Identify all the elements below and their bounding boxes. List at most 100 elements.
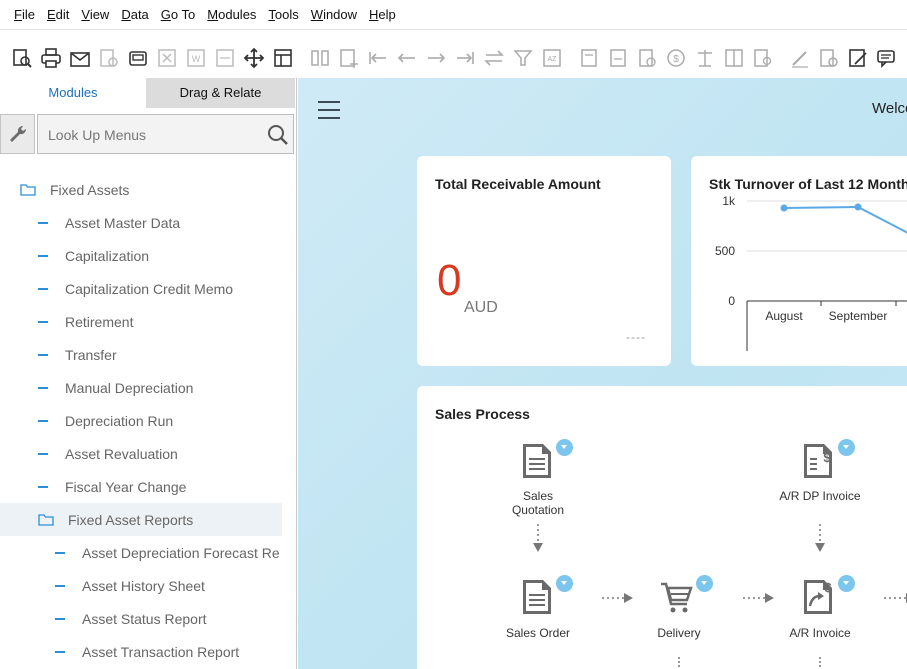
- tree-item[interactable]: Fiscal Year Change: [0, 470, 296, 503]
- x-tick-label: September: [829, 309, 888, 323]
- sales-quotation-dropdown[interactable]: [556, 439, 573, 456]
- base-document-icon[interactable]: [575, 44, 603, 72]
- ar-dp-invoice-label[interactable]: A/R DP Invoice: [777, 489, 863, 503]
- menu-go-to[interactable]: Go To: [155, 7, 201, 22]
- tree-bullet: [38, 419, 48, 422]
- menu-search-input[interactable]: [48, 125, 258, 145]
- previous-record-icon[interactable]: [393, 44, 421, 72]
- tree-folder[interactable]: Fixed Asset Reports: [0, 503, 282, 536]
- tree-item[interactable]: Asset Depreciation Forecast Re: [0, 536, 296, 569]
- receivable-widget[interactable]: Total Receivable Amount 0 AUD ----: [417, 156, 671, 366]
- search-icon[interactable]: [266, 123, 290, 147]
- module-tree: Fixed Assets Asset Master Data Capitalizat…: [0, 173, 296, 668]
- target-document-icon[interactable]: [604, 44, 632, 72]
- form-settings-icon[interactable]: [269, 44, 297, 72]
- sales-order-dropdown[interactable]: [556, 575, 573, 592]
- hamburger-menu-icon[interactable]: [318, 101, 340, 119]
- turnover-widget[interactable]: Stk Turnover of Last 12 Month 1k 500 0 Augu…: [691, 156, 907, 366]
- delivery-label[interactable]: Delivery: [639, 626, 719, 640]
- sales-process-widget: Sales Process Sales Quotation $ A/R DP In…: [417, 386, 907, 669]
- settings-doc-icon[interactable]: [815, 44, 843, 72]
- columns-icon[interactable]: [720, 44, 748, 72]
- tree-item[interactable]: Asset Master Data: [0, 206, 296, 239]
- svg-text:W: W: [192, 54, 201, 64]
- filter-icon[interactable]: [509, 44, 537, 72]
- flow-arrow-order-delivery: [602, 593, 633, 603]
- sales-process-title: Sales Process: [435, 406, 530, 422]
- cockpit-area: Welco Total Receivable Amount 0 AUD ----…: [298, 78, 907, 669]
- tree-item[interactable]: Asset Status Report: [0, 602, 296, 635]
- menu-edit[interactable]: Edit: [41, 7, 75, 22]
- series-line: [783, 205, 907, 234]
- export-pdf-icon[interactable]: [211, 44, 239, 72]
- ar-invoice-dropdown[interactable]: [838, 575, 855, 592]
- find-icon[interactable]: [306, 44, 334, 72]
- ar-invoice-label[interactable]: A/R Invoice: [780, 626, 860, 640]
- edit-icon[interactable]: [786, 44, 814, 72]
- ar-dp-invoice-dropdown[interactable]: [838, 439, 855, 456]
- sales-quotation-label[interactable]: Sales Quotation: [508, 489, 568, 517]
- tree-item[interactable]: Asset Transaction Report: [0, 635, 296, 668]
- tree-folder[interactable]: Fixed Assets: [0, 173, 296, 206]
- delivery-dropdown[interactable]: [696, 575, 713, 592]
- menu-file[interactable]: File: [8, 7, 41, 22]
- document-search-icon[interactable]: [749, 44, 777, 72]
- edit-layout-icon[interactable]: [844, 44, 872, 72]
- menu-tools[interactable]: Tools: [262, 7, 304, 22]
- tree-item[interactable]: Capitalization Credit Memo: [0, 272, 296, 305]
- svg-text:$: $: [823, 450, 831, 465]
- move-icon[interactable]: [240, 44, 268, 72]
- export-excel-icon[interactable]: [153, 44, 181, 72]
- next-record-icon[interactable]: [422, 44, 450, 72]
- add-icon[interactable]: [335, 44, 363, 72]
- menu-modules[interactable]: Modules: [201, 7, 262, 22]
- sort-icon[interactable]: AZ: [538, 44, 566, 72]
- tree-item[interactable]: Depreciation Run: [0, 404, 296, 437]
- ar-invoice-icon[interactable]: $: [801, 578, 835, 616]
- preview-icon[interactable]: [8, 44, 36, 72]
- document-journal-icon[interactable]: [633, 44, 661, 72]
- tree-item[interactable]: Asset History Sheet: [0, 569, 296, 602]
- ar-dp-invoice-icon[interactable]: $: [801, 442, 835, 480]
- receivable-value: 0: [437, 256, 462, 305]
- menu-search-box: [37, 114, 294, 154]
- sales-order-icon[interactable]: [520, 578, 554, 616]
- sales-quotation-icon[interactable]: [520, 442, 554, 480]
- y-tick-label: 1k: [722, 194, 736, 208]
- payment-means-icon[interactable]: $: [662, 44, 690, 72]
- tree-item[interactable]: Manual Depreciation: [0, 371, 296, 404]
- tab-modules[interactable]: Modules: [0, 78, 146, 108]
- email-icon[interactable]: [66, 44, 94, 72]
- tree-bullet: [38, 485, 48, 488]
- last-record-icon[interactable]: [451, 44, 479, 72]
- svg-text:AZ: AZ: [548, 56, 558, 63]
- tab-drag-relate[interactable]: Drag & Relate: [146, 78, 295, 108]
- tree-bullet: [55, 551, 65, 554]
- tree-bullet: [55, 650, 65, 653]
- menu-help[interactable]: Help: [363, 7, 402, 22]
- menu-view[interactable]: View: [75, 7, 115, 22]
- menu-window[interactable]: Window: [305, 7, 363, 22]
- tree-item[interactable]: Transfer: [0, 338, 296, 371]
- flow-arrow-quotation-order: [533, 524, 543, 552]
- tree-item[interactable]: Retirement: [0, 305, 296, 338]
- tree-bullet: [38, 287, 48, 290]
- tree-bullet: [38, 386, 48, 389]
- refresh-icon[interactable]: [480, 44, 508, 72]
- sales-order-label[interactable]: Sales Order: [498, 626, 578, 640]
- messages-icon[interactable]: [873, 44, 901, 72]
- flow-connector-delivery-down: [678, 657, 680, 667]
- balance-icon[interactable]: [691, 44, 719, 72]
- tree-item-label: Manual Depreciation: [65, 379, 194, 396]
- tree-item[interactable]: Asset Revaluation: [0, 437, 296, 470]
- first-record-icon[interactable]: [364, 44, 392, 72]
- export-word-icon[interactable]: W: [182, 44, 210, 72]
- tree-item[interactable]: Capitalization: [0, 239, 296, 272]
- data-point: [854, 203, 862, 211]
- sms-icon[interactable]: [95, 44, 123, 72]
- print-icon[interactable]: [37, 44, 65, 72]
- delivery-cart-icon[interactable]: [659, 578, 693, 616]
- fax-icon[interactable]: [124, 44, 152, 72]
- menu-data[interactable]: Data: [115, 7, 154, 22]
- wrench-icon[interactable]: [0, 114, 35, 154]
